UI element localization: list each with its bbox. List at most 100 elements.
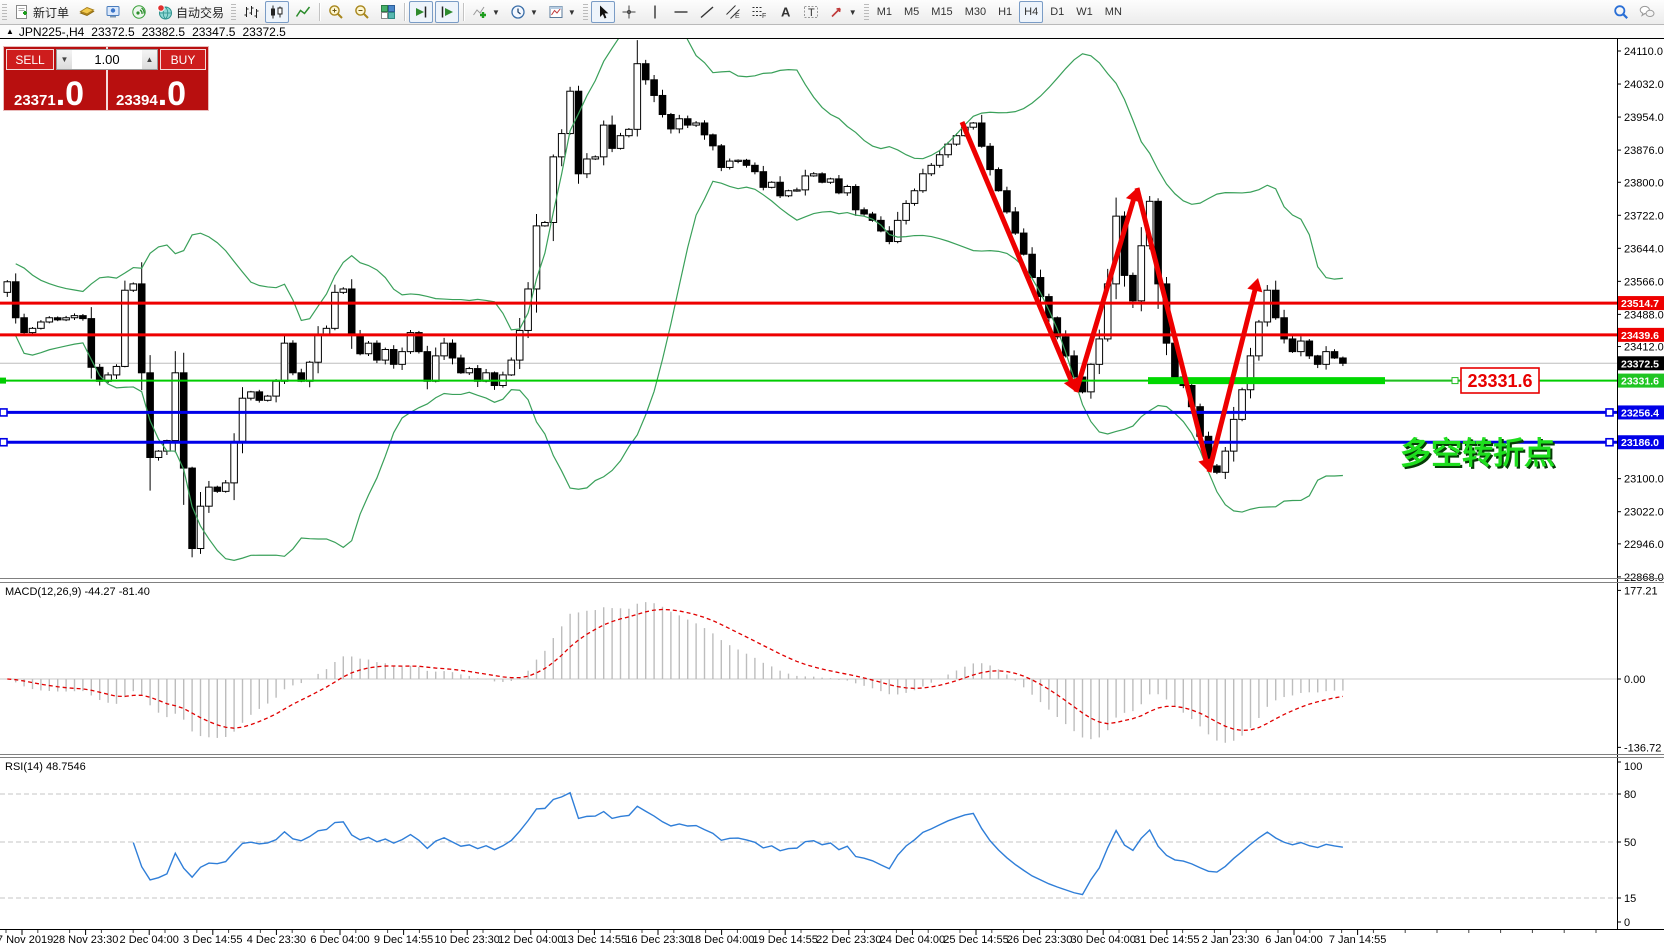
volume-increase-button[interactable]: ▲ xyxy=(142,50,157,69)
time-axis-label: 6 Dec 04:00 xyxy=(310,934,369,946)
svg-text:E: E xyxy=(735,13,740,20)
new-order-label: 新订单 xyxy=(33,4,69,21)
timeframe-m15-button[interactable]: M15 xyxy=(926,1,957,23)
indicators-button[interactable]: ▼ xyxy=(468,1,504,23)
channel-icon: E xyxy=(725,4,741,20)
time-axis-label: 18 Dec 04:00 xyxy=(689,934,754,946)
equidistant-channel-button[interactable]: E xyxy=(721,1,745,23)
time-axis-label: 9 Dec 14:55 xyxy=(374,934,433,946)
auto-trading-label: 自动交易 xyxy=(176,4,224,21)
line-handle[interactable] xyxy=(0,378,6,384)
market-watch-button[interactable] xyxy=(101,1,125,23)
candles-icon xyxy=(269,4,285,20)
cn-annotation[interactable]: 多空转折点多空转折点 xyxy=(1400,436,1557,473)
fibo-icon: F xyxy=(751,4,767,20)
toolbar-grip xyxy=(231,4,236,20)
chevron-down-icon[interactable]: ▼ xyxy=(492,8,500,17)
periods-button[interactable]: ▼ xyxy=(506,1,542,23)
text-label-button[interactable]: T xyxy=(799,1,823,23)
time-axis-label: 4 Dec 23:30 xyxy=(247,934,306,946)
tiles-icon xyxy=(380,4,396,20)
auto-trading-button[interactable]: 自动交易 xyxy=(153,1,228,23)
arrow-shape-icon xyxy=(829,4,845,20)
new-order-button[interactable]: 新订单 xyxy=(10,1,73,23)
chevron-down-icon[interactable]: ▼ xyxy=(568,8,576,17)
volume-value[interactable]: 1.00 xyxy=(72,50,142,69)
price-alert-value: 23331.6 xyxy=(1467,371,1532,391)
timeframe-m5-button[interactable]: M5 xyxy=(899,1,924,23)
community-chat-button[interactable] xyxy=(1635,1,1659,23)
indicators-icon xyxy=(472,4,488,20)
timeframe-w1-button[interactable]: W1 xyxy=(1071,1,1098,23)
templates-button[interactable]: ▼ xyxy=(544,1,580,23)
timeframe-m30-button[interactable]: M30 xyxy=(960,1,991,23)
line-handle[interactable] xyxy=(1606,409,1613,416)
time-axis-label: 22 Dec 23:30 xyxy=(816,934,881,946)
vertical-line-button[interactable] xyxy=(643,1,667,23)
axis-price-label: 23800.0 xyxy=(1624,177,1664,189)
line-handle[interactable] xyxy=(0,439,7,446)
time-axis-label: 24 Dec 04:00 xyxy=(880,934,945,946)
arrows-button[interactable]: ▼ xyxy=(825,1,861,23)
buy-button[interactable]: BUY xyxy=(160,49,206,70)
signals-button[interactable] xyxy=(127,1,151,23)
timeframe-d1-button[interactable]: D1 xyxy=(1045,1,1069,23)
volume-decrease-button[interactable]: ▼ xyxy=(57,50,72,69)
sell-button[interactable]: SELL xyxy=(6,49,54,70)
cursor-button[interactable] xyxy=(591,1,615,23)
zoom-out-button[interactable] xyxy=(350,1,374,23)
timeframe-mn-button[interactable]: MN xyxy=(1100,1,1127,23)
bar-chart-button[interactable] xyxy=(239,1,263,23)
chart-shift-button[interactable] xyxy=(435,1,459,23)
auto-scroll-button[interactable] xyxy=(409,1,433,23)
blue-monitor-icon xyxy=(105,4,121,20)
candle-chart-button[interactable] xyxy=(265,1,289,23)
globe-stop-icon xyxy=(157,4,173,20)
gold-book-icon xyxy=(79,4,95,20)
volume-stepper: ▼ 1.00 ▲ xyxy=(56,49,158,70)
fibonacci-button[interactable]: F xyxy=(747,1,771,23)
chevron-down-icon[interactable]: ▼ xyxy=(530,8,538,17)
rsi-axis-label: 15 xyxy=(1624,893,1636,905)
rsi-label: RSI(14) 48.7546 xyxy=(5,761,86,773)
trendline-button[interactable] xyxy=(695,1,719,23)
zoom-in-icon xyxy=(328,4,344,20)
line-handle[interactable] xyxy=(1606,439,1613,446)
svg-text:23439.6: 23439.6 xyxy=(1621,330,1659,342)
line-handle[interactable] xyxy=(0,409,7,416)
linechart-icon xyxy=(295,4,311,20)
rsi-axis-label: 100 xyxy=(1624,761,1642,773)
line-chart-button[interactable] xyxy=(291,1,315,23)
new-order-icon xyxy=(14,4,30,20)
chart-canvas[interactable]: 23331.6多空转折点多空转折点24110.024032.023954.023… xyxy=(0,0,1664,946)
toolbar-separator xyxy=(319,3,320,21)
crosshair-button[interactable] xyxy=(617,1,641,23)
tile-windows-button[interactable] xyxy=(376,1,400,23)
time-axis-label: 12 Dec 04:00 xyxy=(498,934,563,946)
collapse-icon[interactable]: ▲ xyxy=(6,27,14,36)
timeframe-m1-button[interactable]: M1 xyxy=(872,1,897,23)
axis-price-label: 23954.0 xyxy=(1624,112,1664,124)
toolbar-separator xyxy=(404,3,405,21)
crosshair-icon xyxy=(621,4,637,20)
time-axis-label: 25 Dec 14:55 xyxy=(943,934,1008,946)
time-axis-label: 30 Dec 04:00 xyxy=(1070,934,1135,946)
macd-axis-label: -136.72 xyxy=(1624,742,1661,754)
svg-text:23331.6: 23331.6 xyxy=(1621,376,1659,388)
timeframe-h4-button[interactable]: H4 xyxy=(1019,1,1043,23)
axis-price-label: 23022.0 xyxy=(1624,507,1664,519)
chevron-down-icon[interactable]: ▼ xyxy=(849,8,857,17)
axis-price-label: 23876.0 xyxy=(1624,145,1664,157)
svg-text:23186.0: 23186.0 xyxy=(1621,437,1659,449)
metaeditor-button[interactable] xyxy=(75,1,99,23)
zoom-in-button[interactable] xyxy=(324,1,348,23)
search-button[interactable] xyxy=(1609,1,1633,23)
text-button[interactable]: A xyxy=(773,1,797,23)
text-a-icon: A xyxy=(777,4,793,20)
time-axis-label: 13 Dec 14:55 xyxy=(562,934,627,946)
svg-text:23256.4: 23256.4 xyxy=(1621,407,1659,419)
chat-icon xyxy=(1639,4,1655,20)
timeframe-h1-button[interactable]: H1 xyxy=(993,1,1017,23)
horizontal-line-button[interactable] xyxy=(669,1,693,23)
svg-text:23514.7: 23514.7 xyxy=(1621,298,1659,310)
